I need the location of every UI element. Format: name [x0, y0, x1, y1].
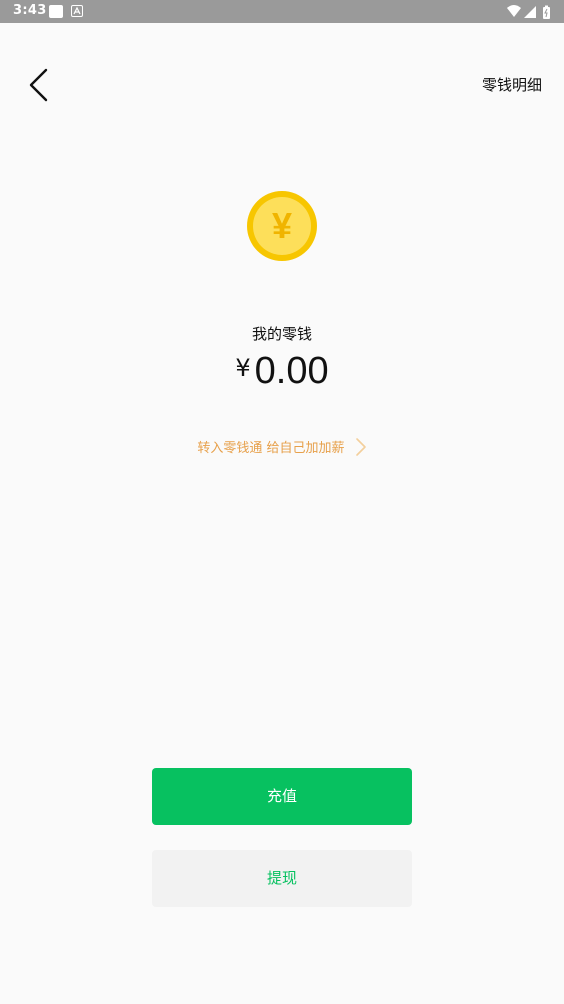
chevron-right-icon — [355, 438, 366, 456]
recharge-button[interactable]: 充值 — [152, 768, 412, 825]
promo-link[interactable]: 转入零钱通 给自己加加薪 — [0, 437, 564, 457]
promo-text: 转入零钱通 给自己加加薪 — [197, 441, 345, 456]
chevron-left-icon — [29, 68, 48, 102]
app-notification-icon — [49, 5, 63, 18]
status-bar: 3:43 — [0, 0, 564, 23]
withdraw-button[interactable]: 提现 — [152, 850, 412, 907]
yen-coin-icon: ¥ — [246, 190, 318, 262]
balance-amount-row: ¥0.00 — [0, 350, 564, 393]
signal-icon — [524, 6, 536, 18]
details-link[interactable]: 零钱明细 — [482, 74, 542, 95]
coin-glyph: ¥ — [272, 205, 292, 246]
back-button[interactable] — [22, 64, 56, 106]
balance-amount: 0.00 — [254, 350, 329, 392]
status-time: 3:43 — [13, 3, 47, 18]
currency-symbol: ¥ — [235, 354, 251, 382]
app-a-icon — [71, 5, 83, 17]
wifi-icon — [507, 5, 521, 17]
battery-icon — [543, 5, 550, 19]
balance-label: 我的零钱 — [251, 325, 312, 343]
status-right-icons — [506, 4, 552, 20]
